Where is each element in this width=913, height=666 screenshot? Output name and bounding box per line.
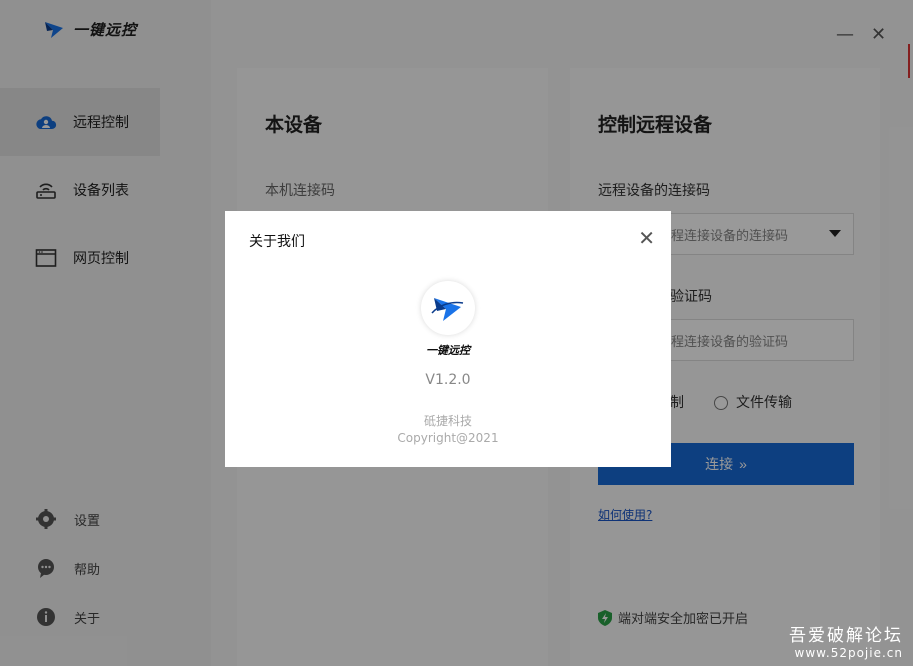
about-dialog: 关于我们 ✕ 一键远控 V1.2.0 砥捷科技 Copyright@2021 — [225, 211, 671, 467]
dialog-version: V1.2.0 — [425, 372, 471, 388]
watermark-title: 吾爱破解论坛 — [789, 626, 903, 646]
watermark: 吾爱破解论坛 www.52pojie.cn — [789, 621, 903, 660]
dialog-close-button[interactable]: ✕ — [638, 228, 655, 248]
dialog-company: 砥捷科技 — [423, 414, 472, 428]
dialog-copyright: Copyright@2021 — [397, 431, 499, 445]
dialog-app-name: 一键远控 — [426, 344, 470, 357]
dialog-title: 关于我们 — [249, 234, 305, 250]
watermark-url: www.52pojie.cn — [794, 646, 903, 660]
dialog-logo-icon — [421, 281, 475, 335]
